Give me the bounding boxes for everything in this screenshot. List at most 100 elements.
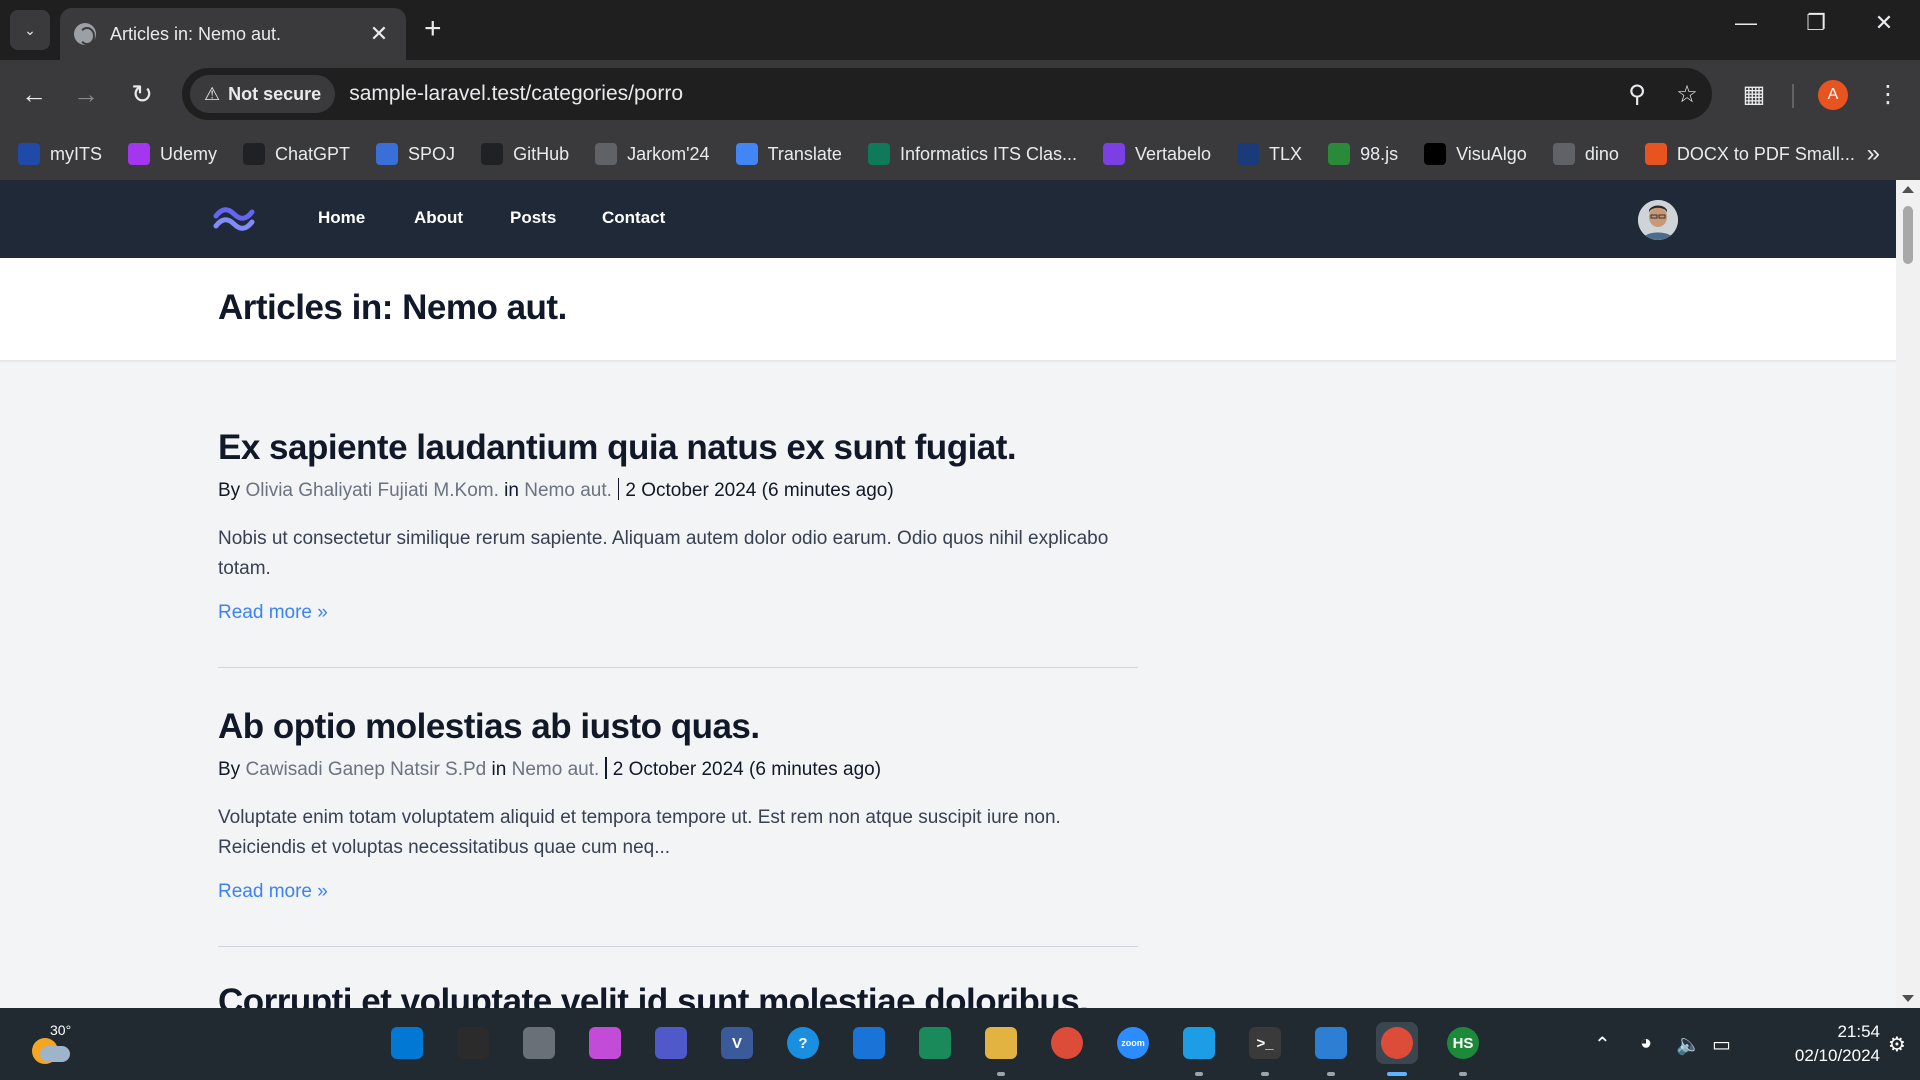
file-explorer-icon[interactable] — [980, 1022, 1022, 1064]
bookmark-label: DOCX to PDF Small... — [1676, 143, 1855, 164]
close-tab-icon[interactable]: ✕ — [366, 21, 392, 47]
bookmark-item[interactable]: Vertabelo — [1102, 143, 1211, 165]
profile-avatar[interactable]: A — [1818, 80, 1848, 110]
article-excerpt: Voluptate enim totam voluptatem aliquid … — [218, 807, 1061, 858]
bookmark-item[interactable]: myITS — [18, 143, 102, 165]
battery-icon[interactable]: ▭ — [1712, 1032, 1731, 1057]
hs-icon[interactable]: HS — [1442, 1022, 1484, 1064]
vertabelo-icon — [1102, 143, 1125, 165]
bookmark-item[interactable]: DOCX to PDF Small... — [1644, 143, 1855, 165]
article-title[interactable]: Corrupti et voluptate velit id sunt mole… — [218, 980, 1138, 1008]
weather-widget[interactable]: 30° — [26, 1022, 76, 1066]
edge-icon[interactable] — [914, 1022, 956, 1064]
more-bookmarks-icon[interactable]: » — [1867, 140, 1880, 168]
terminal-icon[interactable]: >_ — [1244, 1022, 1286, 1064]
nav-home[interactable]: Home — [318, 208, 365, 228]
bookmark-star-icon[interactable]: ☆ — [1662, 80, 1712, 109]
bookmark-item[interactable]: 98.js — [1328, 143, 1398, 165]
address-bar[interactable]: ⚠ Not secure sample-laravel.test/categor… — [182, 68, 1712, 120]
user-avatar[interactable] — [1638, 200, 1678, 240]
bookmark-item[interactable]: Jarkom'24 — [595, 143, 710, 165]
volume-icon[interactable]: 🔈 — [1676, 1032, 1701, 1057]
scroll-down-icon[interactable] — [1902, 995, 1914, 1002]
scroll-thumb[interactable] — [1903, 206, 1913, 264]
page-scrollbar[interactable] — [1896, 180, 1920, 1008]
bookmark-item[interactable]: SPOJ — [376, 143, 455, 165]
clock-time: 21:54 — [1837, 1022, 1880, 1041]
visual-paradigm-icon[interactable]: V — [716, 1022, 758, 1064]
bookmark-label: Udemy — [160, 143, 218, 164]
running-indicator — [1387, 1072, 1407, 1076]
system-clock[interactable]: 21:54 02/10/2024 — [1760, 1020, 1880, 1068]
bookmark-item[interactable]: dino — [1552, 143, 1619, 165]
article-title[interactable]: Ex sapiente laudantium quia natus ex sun… — [218, 426, 1138, 470]
category-link[interactable]: Nemo aut. — [524, 480, 612, 501]
author-link[interactable]: Olivia Ghaliyati Fujiati M.Kom. — [245, 480, 498, 501]
active-tab[interactable]: Articles in: Nemo aut. ✕ — [60, 8, 406, 60]
nav-posts[interactable]: Posts — [510, 208, 556, 228]
taskbar-app-glyph — [523, 1027, 555, 1059]
teams-icon[interactable] — [650, 1022, 692, 1064]
app-icon[interactable] — [1178, 1022, 1220, 1064]
bookmark-item[interactable]: Translate — [735, 143, 842, 165]
taskbar-app-glyph: zoom — [1117, 1027, 1149, 1059]
bookmark-item[interactable]: VisuAlgo — [1424, 143, 1527, 165]
zoom-icon[interactable]: ⚲ — [1612, 80, 1662, 109]
forward-button[interactable]: → — [68, 76, 104, 112]
chrome-active-icon[interactable] — [1376, 1022, 1418, 1064]
read-more-link[interactable]: Read more » — [218, 602, 1138, 624]
taskbar-app-glyph — [1183, 1027, 1215, 1059]
tailwind-logo-icon[interactable] — [212, 202, 256, 236]
taskbar-app-glyph — [391, 1027, 423, 1059]
url-text[interactable]: sample-laravel.test/categories/porro — [349, 82, 1612, 106]
security-chip[interactable]: ⚠ Not secure — [190, 75, 336, 113]
bookmark-item[interactable]: GitHub — [481, 143, 569, 165]
new-tab-button[interactable]: + — [424, 12, 442, 46]
article-meta: By Cawisadi Ganep Natsir S.Pd in Nemo au… — [218, 757, 1138, 783]
task-view-icon[interactable] — [518, 1022, 560, 1064]
article-date: 2 October 2024 (6 minutes ago) — [612, 759, 882, 780]
scroll-up-icon[interactable] — [1902, 186, 1914, 193]
back-button[interactable]: ← — [16, 76, 52, 112]
copilot-icon[interactable] — [584, 1022, 626, 1064]
extensions-icon[interactable]: ▦ — [1734, 76, 1774, 112]
read-more-link[interactable]: Read more » — [218, 881, 1138, 903]
vscode-icon[interactable] — [1310, 1022, 1352, 1064]
nav-contact[interactable]: Contact — [602, 208, 665, 228]
taskbar-app-glyph — [655, 1027, 687, 1059]
mail-icon[interactable] — [848, 1022, 890, 1064]
bookmark-item[interactable]: Informatics ITS Clas... — [867, 143, 1077, 165]
article-divider — [218, 946, 1138, 947]
tray-overflow-icon[interactable]: ⌃ — [1594, 1032, 1611, 1057]
search-icon[interactable] — [452, 1022, 494, 1064]
nav-about[interactable]: About — [414, 208, 463, 228]
tlx-icon — [1237, 143, 1260, 165]
author-link[interactable]: Cawisadi Ganep Natsir S.Pd — [245, 759, 486, 780]
bookmark-label: TLX — [1269, 143, 1303, 164]
taskbar-app-glyph — [919, 1027, 951, 1059]
zoom-icon[interactable]: zoom — [1112, 1022, 1154, 1064]
bookmark-item[interactable]: Udemy — [128, 143, 217, 165]
user-photo-icon — [1638, 200, 1678, 240]
article-excerpt: Nobis ut consectetur similique rerum sap… — [218, 528, 1109, 579]
restore-button[interactable]: ❐ — [1794, 10, 1838, 36]
security-label: Not secure — [228, 83, 322, 104]
menu-icon[interactable]: ⋮ — [1868, 76, 1908, 112]
page-title: Articles in: Nemo aut. — [218, 288, 567, 327]
category-link[interactable]: Nemo aut. — [512, 759, 600, 780]
wifi-icon[interactable]: ◕ — [1640, 1032, 1652, 1055]
chrome-icon[interactable] — [1046, 1022, 1088, 1064]
bookmark-item[interactable]: TLX — [1237, 143, 1302, 165]
minimize-button[interactable]: — — [1724, 10, 1768, 36]
taskbar-app-glyph: V — [721, 1027, 753, 1059]
close-window-button[interactable]: ✕ — [1862, 10, 1906, 36]
warning-icon: ⚠ — [204, 83, 221, 104]
tab-search-button[interactable]: ⌄ — [10, 10, 50, 50]
bookmark-item[interactable]: ChatGPT — [243, 143, 350, 165]
article-title[interactable]: Ab optio molestias ab iusto quas. — [218, 705, 1138, 749]
help-icon[interactable]: ? — [782, 1022, 824, 1064]
reload-button[interactable]: ↻ — [124, 76, 160, 112]
start-icon[interactable] — [386, 1022, 428, 1064]
notification-icon[interactable]: ⚙ — [1888, 1032, 1906, 1057]
globe-icon — [74, 23, 96, 45]
